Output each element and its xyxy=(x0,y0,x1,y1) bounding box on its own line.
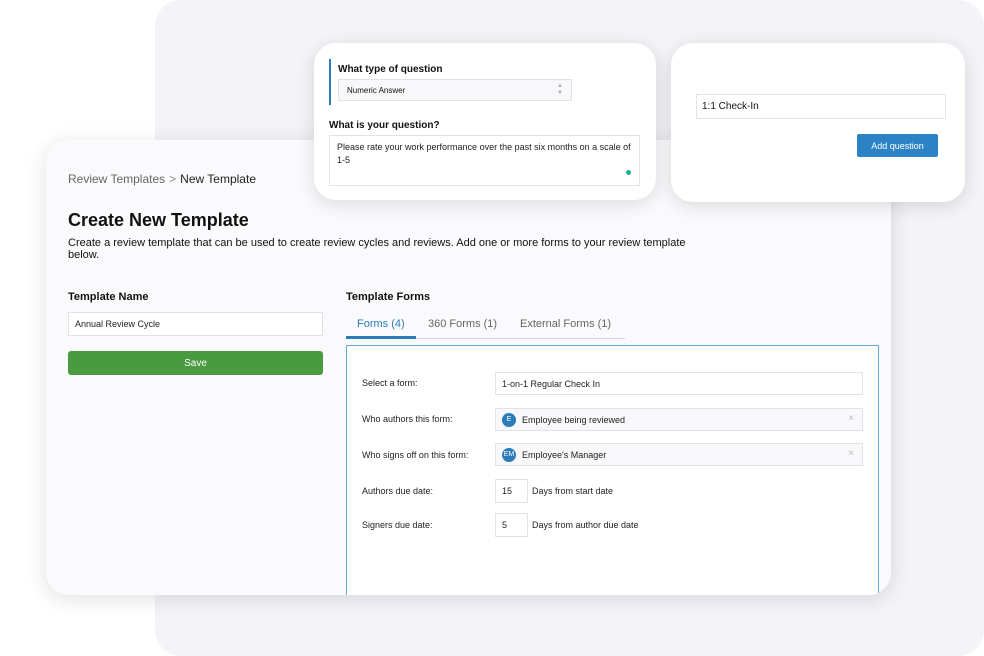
question-text: Please rate your work performance over t… xyxy=(337,142,631,165)
question-textarea[interactable]: Please rate your work performance over t… xyxy=(329,135,640,186)
checkin-card: 1:1 Check-In Add question xyxy=(671,43,965,202)
authors-field[interactable]: E Employee being reviewed × xyxy=(495,408,863,431)
tab-360-forms[interactable]: 360 Forms (1) xyxy=(428,318,497,330)
breadcrumb-review-templates[interactable]: Review Templates xyxy=(68,172,165,186)
breadcrumb-current: New Template xyxy=(180,172,256,186)
save-button[interactable]: Save xyxy=(68,351,323,375)
template-name-input[interactable]: Annual Review Cycle xyxy=(68,312,323,336)
create-template-card: Review Templates > New Template Create New… xyxy=(46,140,891,595)
signers-label: Who signs off on this form: xyxy=(362,450,469,460)
question-card: What type of question Numeric Answer ▲ ▼ … xyxy=(314,43,656,200)
page-title: Create New Template xyxy=(68,210,249,230)
question-type-label: What type of question xyxy=(338,64,443,75)
question-accent-bar xyxy=(329,59,331,105)
clear-icon[interactable]: × xyxy=(848,413,854,424)
forms-tabs: Forms (4) 360 Forms (1) External Forms (… xyxy=(346,315,625,339)
avatar: EM xyxy=(502,447,516,462)
authors-value: Employee being reviewed xyxy=(522,414,626,425)
authors-label: Who authors this form: xyxy=(362,414,453,424)
select-form-label: Select a form: xyxy=(362,378,418,388)
select-form-field[interactable]: 1-on-1 Regular Check In xyxy=(495,372,863,395)
template-forms-label: Template Forms xyxy=(346,291,431,303)
forms-panel: Select a form: 1-on-1 Regular Check In W… xyxy=(346,345,879,595)
template-name-label: Template Name xyxy=(68,291,149,303)
question-label: What is your question? xyxy=(329,120,440,131)
select-arrows-icon: ▲ ▼ xyxy=(557,83,563,96)
question-type-value: Numeric Answer xyxy=(347,86,406,95)
tab-forms[interactable]: Forms (4) xyxy=(357,318,405,330)
page-description: Create a review template that can be use… xyxy=(68,237,686,261)
question-title-input[interactable]: 1:1 Check-In xyxy=(696,94,946,119)
add-question-button[interactable]: Add question xyxy=(857,134,938,157)
authors-due-input[interactable]: 15 xyxy=(495,479,528,503)
avatar: E xyxy=(502,412,516,427)
signers-due-label: Signers due date: xyxy=(362,520,433,530)
signers-field[interactable]: EM Employee's Manager × xyxy=(495,443,863,466)
status-dot-icon xyxy=(626,170,631,175)
signers-value: Employee's Manager xyxy=(522,449,607,460)
select-form-value: 1-on-1 Regular Check In xyxy=(502,378,601,389)
breadcrumb-separator: > xyxy=(169,172,177,186)
active-tab-indicator xyxy=(346,336,416,339)
tab-external-forms[interactable]: External Forms (1) xyxy=(520,318,611,330)
signers-due-suffix: Days from author due date xyxy=(532,520,639,530)
signers-due-input[interactable]: 5 xyxy=(495,513,528,537)
breadcrumb: Review Templates > New Template xyxy=(68,172,256,186)
question-type-select[interactable]: Numeric Answer ▲ ▼ xyxy=(338,79,572,101)
clear-icon[interactable]: × xyxy=(848,448,854,459)
authors-due-label: Authors due date: xyxy=(362,486,434,496)
authors-due-suffix: Days from start date xyxy=(532,486,614,496)
